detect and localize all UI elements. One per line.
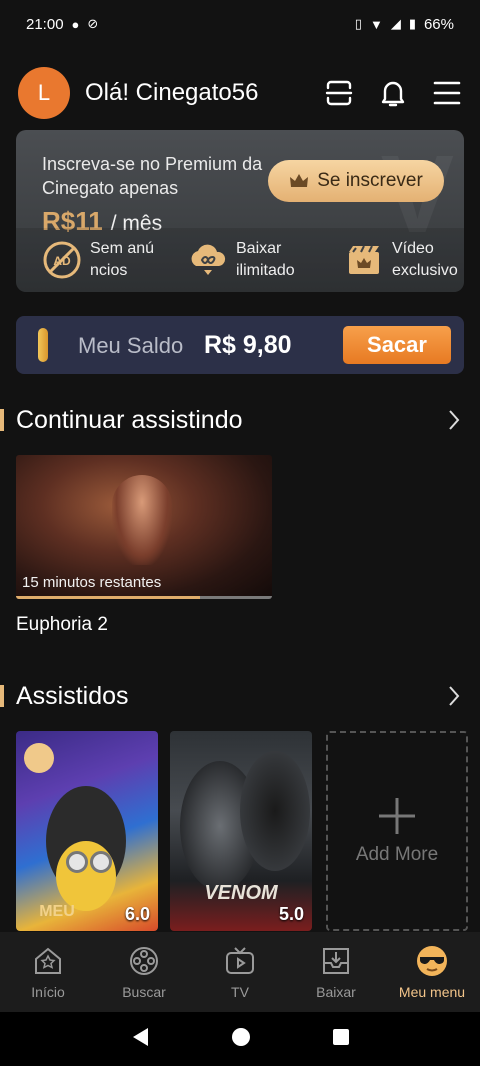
avatar[interactable]: L [18,67,70,119]
balance-card: Meu Saldo R$ 9,80 Sacar [16,316,464,374]
continue-watching-header[interactable]: Continuar assistindo [0,400,480,440]
crown-icon [290,174,309,187]
subscribe-button[interactable]: Se inscrever [268,160,444,202]
time-remaining: 15 minutos restantes [22,574,162,591]
benefit-no-ads: AD Sem anú ncios [42,238,166,282]
recents-icon[interactable] [332,1028,350,1051]
menu-icon[interactable] [432,78,462,108]
scan-icon[interactable] [324,78,354,108]
download-icon [319,944,353,978]
section-accent-bar [0,685,4,707]
continue-watching-item-title[interactable]: Euphoria 2 [16,614,108,636]
nav-item-tv[interactable]: TV [192,932,288,1012]
muted-notification-icon: ⊘ [87,16,99,31]
balance-label: Meu Saldo [78,333,184,358]
poster-title: VENOM [204,882,278,904]
nav-item-baixar[interactable]: Baixar [288,932,384,1012]
benefit-no-ads-label: Sem anú ncios [90,240,155,279]
plus-icon [379,798,415,834]
premium-banner[interactable]: V Inscreva-se no Premium da Cinegato ape… [16,130,464,292]
status-time: 21:00 [26,15,64,33]
poster-art [90,851,112,873]
watched-title: Assistidos [16,681,129,710]
vibrate-icon: ▯ [354,16,362,31]
continue-watching-card[interactable]: 15 minutos restantes [16,455,272,599]
chevron-right-icon[interactable] [444,684,464,708]
premium-benefits: AD Sem anú ncios Baixar ilimitado Vídeo … [16,228,464,292]
add-more-button[interactable]: Add More [326,731,468,931]
coin-icon [38,328,48,362]
rating-badge: 6.0 [124,904,150,924]
poster-art [240,751,310,871]
wifi-icon: ▼ [369,16,383,32]
benefit-download-label: Baixar ilimitado [236,240,295,279]
chevron-right-icon[interactable] [444,408,464,432]
premium-text: Inscreva-se no Premium da Cinegato apena… [42,154,263,198]
home-icon [31,944,65,978]
section-accent-bar [0,409,4,431]
avatar-letter: L [37,80,51,105]
poster-art [66,851,88,873]
watch-progress-fill [16,596,201,599]
subscribe-label: Se inscrever [317,170,423,191]
bottom-nav: Início Buscar TV Baixar Meu menu [0,932,480,1012]
nav-item-inicio[interactable]: Início [0,932,96,1012]
cool-face-icon [415,944,449,978]
nav-label: Baixar [316,984,356,1000]
app-notification-icon: ● [71,16,80,32]
nav-label: Meu menu [398,984,466,1000]
benefit-exclusive-label: Vídeo exclusivo [392,240,458,279]
no-ads-icon: AD [42,240,82,280]
nav-label: TV [231,984,249,1000]
nav-item-buscar[interactable]: Buscar [96,932,192,1012]
back-icon[interactable] [130,1026,150,1053]
withdraw-button[interactable]: Sacar [343,326,451,364]
watched-poster[interactable]: VENOM 5.0 [170,731,312,931]
status-bar: 21:00 ● ⊘ ▯ ▼ ◢ ▮ 66% [0,0,480,48]
add-more-label: Add More [355,844,439,865]
bell-icon[interactable] [378,78,408,108]
battery-icon: ▮ [408,16,416,31]
battery-percent: 66% [423,15,454,33]
system-nav-bar [0,1012,480,1066]
watch-progress-track [16,596,272,599]
benefit-download: Baixar ilimitado [188,238,312,282]
rating-badge: 5.0 [278,904,304,924]
watched-poster[interactable]: MEU 6.0 [16,731,158,931]
nav-label: Início [31,984,65,1000]
poster-art [24,743,54,773]
nav-item-meu-menu[interactable]: Meu menu [384,932,480,1012]
watched-header[interactable]: Assistidos [0,676,480,716]
continue-watching-title: Continuar assistindo [16,405,243,434]
greeting: Olá! Cinegato56 [85,79,259,106]
header: L Olá! Cinegato56 [18,66,462,120]
benefit-exclusive: Vídeo exclusivo [344,238,464,282]
film-reel-icon [127,944,161,978]
tv-icon [223,944,257,978]
infinite-download-icon [188,240,228,280]
exclusive-video-icon [344,240,384,280]
signal-icon: ◢ [390,16,401,31]
poster-art [56,841,116,911]
thumbnail-figure [112,475,172,565]
nav-label: Buscar [122,984,166,1000]
poster-title: MEU [39,903,75,920]
balance-value: R$ 9,80 [204,331,292,359]
home-button-icon[interactable] [230,1026,252,1053]
